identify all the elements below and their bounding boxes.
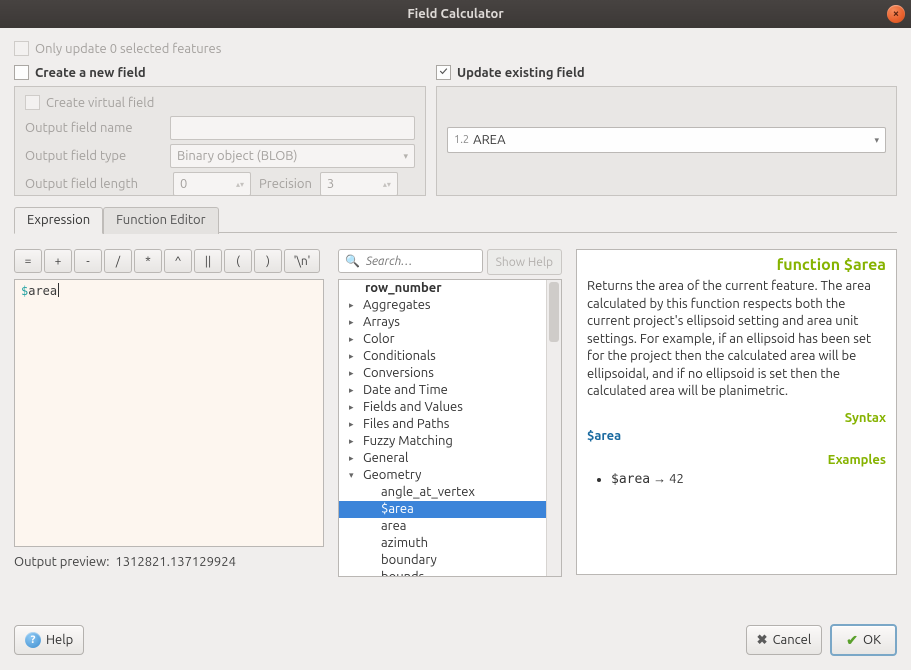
checkbox-icon[interactable]: ✓ xyxy=(436,65,451,80)
operator-row: = + - / * ^ || ( ) '\n' xyxy=(14,249,324,273)
op-minus-button[interactable]: - xyxy=(74,249,102,273)
tree-scrollbar[interactable] xyxy=(546,280,561,576)
checkbox-icon xyxy=(25,95,40,110)
expression-editor[interactable]: $area xyxy=(14,279,324,547)
output-preview-value: 1312821.137129924 xyxy=(115,555,236,569)
checkbox-icon[interactable] xyxy=(14,65,29,80)
tree-item-azimuth[interactable]: azimuth xyxy=(339,535,561,552)
only-update-selected-label: Only update 0 selected features xyxy=(35,42,221,56)
tree-cat-general[interactable]: General xyxy=(339,450,561,467)
tab-expression[interactable]: Expression xyxy=(14,207,103,234)
ok-button[interactable]: ✔ OK xyxy=(830,624,897,656)
tree-cat-fuzzy[interactable]: Fuzzy Matching xyxy=(339,433,561,450)
precision-value: 3 xyxy=(327,177,334,191)
existing-field-panel: 1.2 AREA ▾ xyxy=(436,86,897,196)
help-example-arrow: → xyxy=(650,472,669,486)
help-example-item: $area → 42 xyxy=(611,471,886,487)
tree-cat-files-paths[interactable]: Files and Paths xyxy=(339,416,561,433)
cancel-button-label: Cancel xyxy=(773,633,812,647)
cancel-button[interactable]: ✖ Cancel xyxy=(746,625,823,655)
help-body: Returns the area of the current feature.… xyxy=(587,278,886,401)
search-input[interactable] xyxy=(364,254,476,269)
output-field-type-label: Output field type xyxy=(25,149,162,163)
tree-cat-aggregates[interactable]: Aggregates xyxy=(339,297,561,314)
op-rparen-button[interactable]: ) xyxy=(254,249,282,273)
close-icon[interactable]: × xyxy=(887,5,905,23)
tree-cat-date-time[interactable]: Date and Time xyxy=(339,382,561,399)
function-tree[interactable]: row_number Aggregates Arrays Color Condi… xyxy=(338,279,562,577)
existing-field-select[interactable]: 1.2 AREA ▾ xyxy=(447,127,886,153)
help-example-code: $area xyxy=(611,472,650,487)
create-virtual-field-checkbox: Create virtual field xyxy=(25,95,154,110)
tree-cat-color[interactable]: Color xyxy=(339,331,561,348)
check-icon: ✔ xyxy=(846,632,858,649)
function-search[interactable]: 🔍 xyxy=(338,249,483,273)
title-bar: Field Calculator × xyxy=(0,0,911,28)
function-help-panel: function $area Returns the area of the c… xyxy=(576,249,897,575)
help-button[interactable]: ? Help xyxy=(14,625,84,655)
output-field-length-label: Output field length xyxy=(25,177,165,191)
output-field-length-value: 0 xyxy=(180,177,187,191)
create-virtual-field-label: Create virtual field xyxy=(46,96,154,110)
tree-item-boundary[interactable]: boundary xyxy=(339,552,561,569)
output-preview-label: Output preview: xyxy=(14,555,109,569)
tree-cat-fields-values[interactable]: Fields and Values xyxy=(339,399,561,416)
close-icon: ✖ xyxy=(757,633,768,648)
output-field-name-input xyxy=(170,116,415,140)
tab-function-editor[interactable]: Function Editor xyxy=(103,207,218,234)
op-lparen-button[interactable]: ( xyxy=(224,249,252,273)
output-preview: Output preview: 1312821.137129924 xyxy=(14,555,324,569)
chevron-down-icon: ▾ xyxy=(874,135,879,146)
tree-cat-conversions[interactable]: Conversions xyxy=(339,365,561,382)
stepper-icon: ▴▾ xyxy=(236,180,244,189)
new-field-panel: Create virtual field Output field name O… xyxy=(14,86,426,196)
tree-item-angle-at-vertex[interactable]: angle_at_vertex xyxy=(339,484,561,501)
precision-input: 3 ▴▾ xyxy=(320,172,398,196)
output-field-length-input: 0 ▴▾ xyxy=(173,172,251,196)
create-new-field-label: Create a new field xyxy=(35,66,146,80)
op-eq-button[interactable]: = xyxy=(14,249,42,273)
output-field-type-select: Binary object (BLOB) ▾ xyxy=(170,144,415,168)
search-icon: 🔍 xyxy=(345,254,360,268)
help-example-result: 42 xyxy=(669,472,684,486)
help-examples-label: Examples xyxy=(587,453,886,467)
expr-ident: area xyxy=(28,284,57,298)
tree-item-area[interactable]: area xyxy=(339,518,561,535)
tree-item-dollar-area[interactable]: $area xyxy=(339,501,561,518)
tree-row-number[interactable]: row_number xyxy=(339,280,561,297)
op-concat-button[interactable]: || xyxy=(194,249,222,273)
scrollbar-thumb[interactable] xyxy=(549,282,559,342)
text-cursor-icon xyxy=(58,283,59,297)
stepper-icon: ▴▾ xyxy=(383,180,391,189)
existing-field-value: AREA xyxy=(473,133,506,147)
checkbox-icon xyxy=(14,41,29,56)
field-type-prefix: 1.2 xyxy=(454,134,469,146)
tree-item-bounds[interactable]: bounds xyxy=(339,569,561,577)
tree-cat-arrays[interactable]: Arrays xyxy=(339,314,561,331)
show-help-button: Show Help xyxy=(487,249,562,275)
op-newline-button[interactable]: '\n' xyxy=(284,249,320,273)
output-field-type-value: Binary object (BLOB) xyxy=(177,149,297,163)
help-syntax-value: $area xyxy=(587,429,886,443)
op-caret-button[interactable]: ^ xyxy=(164,249,192,273)
op-plus-button[interactable]: + xyxy=(44,249,72,273)
window-title: Field Calculator xyxy=(0,7,911,21)
only-update-selected-checkbox: Only update 0 selected features xyxy=(14,41,221,56)
help-syntax-label: Syntax xyxy=(587,411,886,425)
ok-button-label: OK xyxy=(863,633,881,647)
update-existing-field-checkbox[interactable]: ✓ Update existing field xyxy=(436,65,585,80)
output-field-name-label: Output field name xyxy=(25,121,162,135)
help-title: function $area xyxy=(587,256,886,274)
update-existing-field-label: Update existing field xyxy=(457,66,585,80)
help-icon: ? xyxy=(25,632,41,648)
help-button-label: Help xyxy=(46,633,73,647)
create-new-field-checkbox[interactable]: Create a new field xyxy=(14,65,146,80)
tree-cat-conditionals[interactable]: Conditionals xyxy=(339,348,561,365)
tree-cat-geometry[interactable]: Geometry xyxy=(339,467,561,484)
chevron-down-icon: ▾ xyxy=(403,151,408,162)
precision-label: Precision xyxy=(259,177,312,191)
op-slash-button[interactable]: / xyxy=(104,249,132,273)
op-star-button[interactable]: * xyxy=(134,249,162,273)
